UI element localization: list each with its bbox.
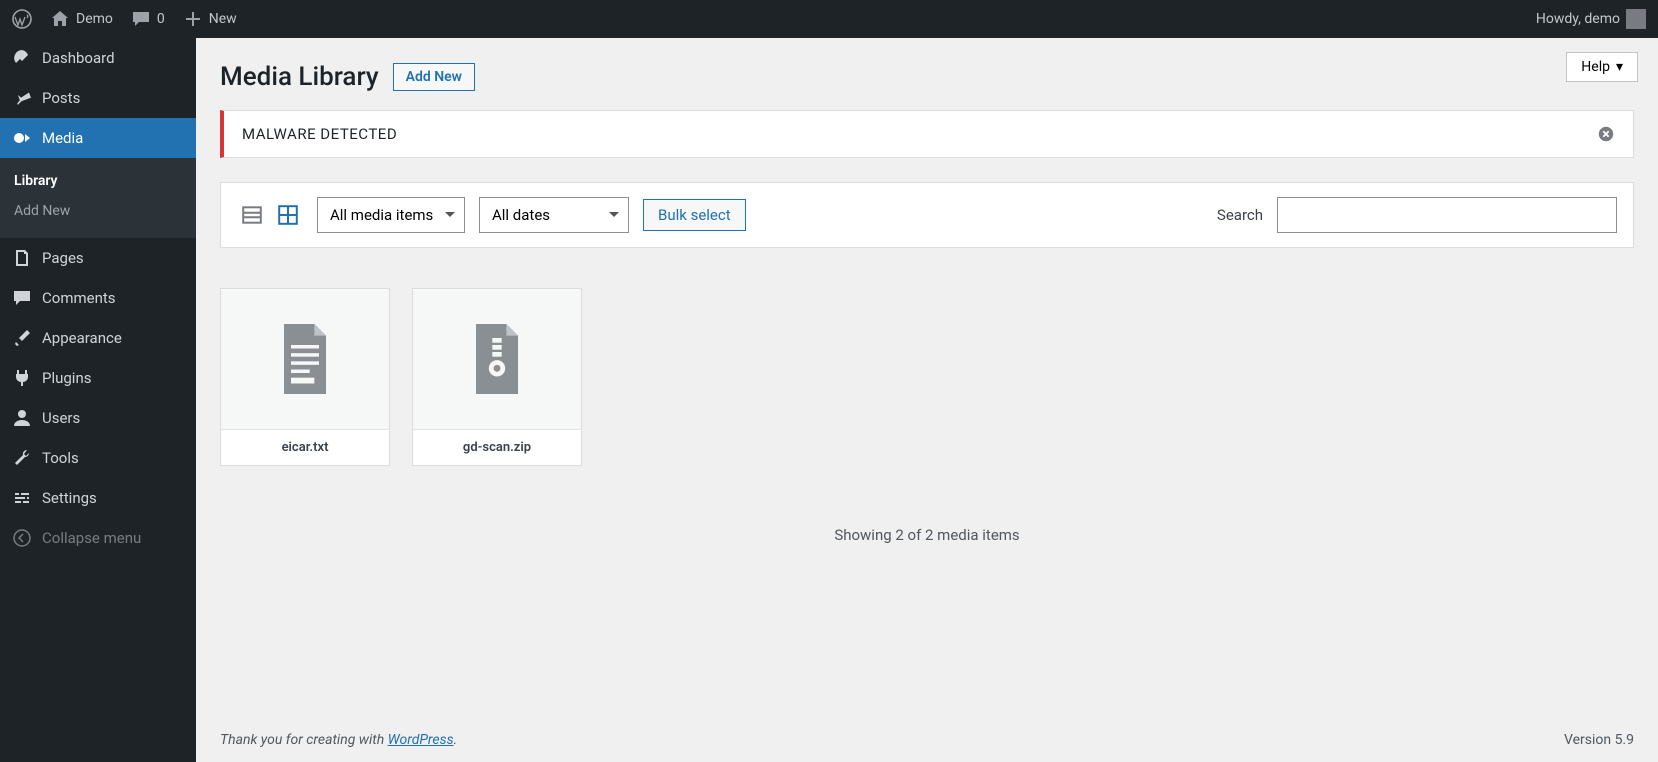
admin-bar-left: Demo 0 New: [12, 9, 237, 29]
comment-icon: [12, 288, 32, 308]
wordpress-icon: [12, 9, 32, 29]
sliders-icon: [12, 488, 32, 508]
media-item[interactable]: gd-scan.zip: [412, 288, 582, 466]
media-submenu: Library Add New: [0, 158, 196, 238]
sidebar-item-pages[interactable]: Pages: [0, 238, 196, 278]
footer-thanks-suffix: .: [454, 732, 458, 748]
sidebar-item-settings[interactable]: Settings: [0, 478, 196, 518]
site-home[interactable]: Demo: [50, 9, 113, 29]
media-icon: [12, 128, 32, 148]
sidebar-collapse[interactable]: Collapse menu: [0, 518, 196, 558]
new-label: New: [209, 11, 237, 27]
document-icon: [277, 324, 333, 394]
page-header: Media Library Add New: [220, 38, 1634, 110]
showing-count: Showing 2 of 2 media items: [220, 526, 1634, 544]
comment-icon: [131, 9, 151, 29]
bulk-select-button[interactable]: Bulk select: [643, 199, 746, 231]
sidebar-item-users[interactable]: Users: [0, 398, 196, 438]
submenu-item-add-new[interactable]: Add New: [0, 196, 196, 226]
site-name: Demo: [76, 11, 113, 27]
wordpress-link[interactable]: WordPress: [388, 732, 454, 748]
page-icon: [12, 248, 32, 268]
sidebar-item-label: Plugins: [42, 369, 91, 387]
close-icon: [1597, 125, 1615, 143]
comments-link[interactable]: 0: [131, 9, 165, 29]
home-icon: [50, 9, 70, 29]
sidebar-item-label: Settings: [42, 489, 97, 507]
page-title: Media Library: [220, 62, 379, 92]
sidebar-item-label: Users: [42, 409, 80, 427]
footer-thanks-prefix: Thank you for creating with: [220, 732, 388, 748]
sidebar-item-dashboard[interactable]: Dashboard: [0, 38, 196, 78]
sidebar-item-label: Collapse menu: [42, 529, 141, 547]
howdy-link[interactable]: Howdy, demo: [1536, 9, 1646, 29]
view-grid-button[interactable]: [273, 200, 303, 230]
sidebar-item-tools[interactable]: Tools: [0, 438, 196, 478]
filter-type-wrap: All media items: [317, 197, 465, 233]
footer-thanks: Thank you for creating with WordPress.: [220, 732, 457, 748]
add-new-button[interactable]: Add New: [393, 63, 475, 91]
view-toggle: [237, 200, 303, 230]
dashboard-icon: [12, 48, 32, 68]
sidebar-item-label: Comments: [42, 289, 116, 307]
media-thumbnail: [413, 289, 581, 429]
collapse-icon: [12, 528, 32, 548]
admin-sidebar: Dashboard Posts Media Library Add New Pa…: [0, 38, 196, 762]
help-label: Help: [1581, 59, 1610, 75]
filter-date-select[interactable]: All dates: [479, 197, 629, 233]
media-filename: eicar.txt: [221, 429, 389, 465]
sidebar-item-plugins[interactable]: Plugins: [0, 358, 196, 398]
sidebar-item-posts[interactable]: Posts: [0, 78, 196, 118]
notice-dismiss-button[interactable]: [1597, 125, 1615, 143]
notice-error: MALWARE DETECTED: [220, 110, 1634, 158]
chevron-down-icon: ▾: [1616, 59, 1623, 75]
sidebar-item-appearance[interactable]: Appearance: [0, 318, 196, 358]
avatar: [1626, 9, 1646, 29]
sidebar-item-label: Tools: [42, 449, 79, 467]
content-area: Help ▾ Media Library Add New MALWARE DET…: [196, 38, 1658, 762]
submenu-item-library[interactable]: Library: [0, 166, 196, 196]
view-list-button[interactable]: [237, 200, 267, 230]
wrench-icon: [12, 448, 32, 468]
grid-icon: [277, 204, 299, 226]
footer-version: Version 5.9: [1564, 732, 1634, 748]
media-thumbnail: [221, 289, 389, 429]
list-icon: [241, 204, 263, 226]
comments-count: 0: [157, 11, 165, 27]
archive-icon: [469, 324, 525, 394]
sidebar-item-label: Media: [42, 129, 83, 147]
media-toolbar: All media items All dates Bulk select Se…: [220, 182, 1634, 248]
plus-icon: [183, 9, 203, 29]
user-icon: [12, 408, 32, 428]
search-input[interactable]: [1277, 197, 1617, 233]
pin-icon: [12, 88, 32, 108]
help-toggle[interactable]: Help ▾: [1566, 52, 1638, 82]
brush-icon: [12, 328, 32, 348]
sidebar-item-label: Posts: [42, 89, 80, 107]
sidebar-item-media[interactable]: Media: [0, 118, 196, 158]
filter-type-select[interactable]: All media items: [317, 197, 465, 233]
sidebar-item-label: Dashboard: [42, 49, 115, 67]
notice-text: MALWARE DETECTED: [242, 125, 397, 143]
admin-footer: Thank you for creating with WordPress. V…: [220, 714, 1634, 762]
new-link[interactable]: New: [183, 9, 237, 29]
filter-date-wrap: All dates: [479, 197, 629, 233]
wp-logo[interactable]: [12, 9, 32, 29]
media-grid: eicar.txt gd-scan.zip: [220, 288, 1634, 466]
sidebar-item-label: Appearance: [42, 329, 122, 347]
sidebar-item-label: Pages: [42, 249, 84, 267]
screen-meta: Help ▾: [1566, 52, 1638, 82]
sidebar-item-comments[interactable]: Comments: [0, 278, 196, 318]
media-item[interactable]: eicar.txt: [220, 288, 390, 466]
admin-bar-right: Howdy, demo: [1536, 9, 1646, 29]
plug-icon: [12, 368, 32, 388]
media-filename: gd-scan.zip: [413, 429, 581, 465]
howdy-text: Howdy, demo: [1536, 11, 1620, 27]
admin-bar: Demo 0 New Howdy, demo: [0, 0, 1658, 38]
search-label: Search: [1217, 206, 1263, 224]
